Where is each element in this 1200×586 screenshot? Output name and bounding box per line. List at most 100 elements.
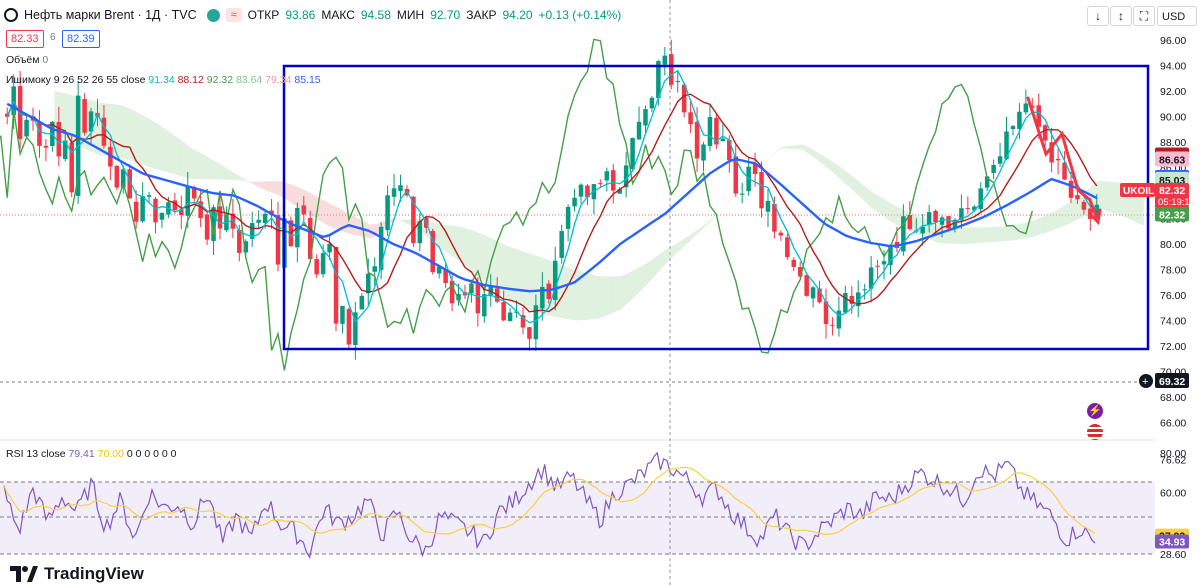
candle-body (482, 294, 487, 317)
candle-body (926, 212, 932, 225)
cloud-segment (318, 197, 326, 224)
close-value: 94.20 (502, 8, 533, 22)
low-value: 92.70 (430, 8, 461, 22)
ichimoku-label: Ишимоку 9 26 52 26 55 close (6, 74, 146, 86)
cloud-segment (163, 128, 171, 174)
cloud-segment (673, 241, 680, 257)
candle-body (759, 172, 764, 209)
change-value: +0.13 (+0.14%) (538, 8, 622, 22)
currency-select[interactable]: USD (1157, 6, 1197, 26)
cloud-segment (969, 227, 977, 244)
cloud-segment (660, 248, 667, 270)
cloud-segment (505, 245, 513, 302)
candle-body (720, 138, 726, 142)
ask-price-button[interactable]: 82.39 (62, 30, 100, 48)
us-flag-event-icon[interactable] (1087, 424, 1103, 440)
candle-body (991, 164, 996, 173)
candle-body (836, 310, 842, 329)
cloud-segment (234, 172, 242, 181)
cloud-segment (634, 266, 641, 298)
cloud-segment (1040, 214, 1048, 235)
candle-body (978, 188, 983, 210)
cloud-segment (286, 182, 293, 204)
candle-body (301, 205, 307, 215)
price-tick-label: 94.00 (1160, 61, 1186, 73)
candle-body (507, 312, 513, 322)
bid-price-button[interactable]: 82.33 (6, 30, 44, 48)
cloud-segment (821, 154, 828, 169)
cloud-segment (524, 251, 532, 311)
cloud-segment (1072, 195, 1080, 222)
cloud-segment (176, 137, 184, 177)
candle-body (675, 81, 680, 83)
cloud-segment (860, 182, 867, 204)
cloud-segment (395, 217, 403, 222)
candle-body (43, 145, 49, 148)
candle-body (501, 302, 506, 321)
candle-body (37, 121, 42, 146)
price-tag: 86.63 (1159, 154, 1185, 166)
cloud-segment (621, 273, 629, 309)
price-tick-label: 66.00 (1160, 418, 1186, 430)
cloud-segment (228, 169, 235, 181)
ichimoku-legend[interactable]: Ишимоку 9 26 52 26 55 close 91.34 88.12 … (6, 74, 321, 86)
candle-body (636, 121, 642, 140)
candle-body (559, 231, 564, 258)
candle-body (688, 112, 693, 125)
cloud-segment (892, 204, 899, 226)
rsi-label: RSI 13 close (6, 448, 66, 460)
brand-name: TradingView (44, 564, 144, 583)
candle-body (669, 54, 674, 85)
cloud-segment (589, 273, 596, 320)
cloud-segment (885, 200, 893, 223)
cloud-segment (1002, 225, 1009, 242)
cloud-segment (1066, 200, 1073, 225)
fullscreen-button[interactable]: ⛶ (1133, 6, 1155, 26)
symbol-title[interactable]: Нефть марки Brent · 1Д · TVC (24, 8, 197, 22)
candle-body (320, 253, 326, 275)
cloud-segment (963, 227, 970, 245)
cloud-segment (209, 157, 216, 180)
tradingview-logo-icon (10, 566, 38, 582)
ichimoku-value-5: 79.34 (265, 74, 292, 86)
candle-body (82, 99, 87, 133)
cloud-segment (131, 109, 139, 164)
cloud-segment (737, 182, 745, 192)
candle-body (707, 117, 713, 147)
ichimoku-value-1: 91.34 (148, 74, 175, 86)
candle-body (146, 195, 152, 197)
candle-body (475, 284, 481, 314)
candle-body (133, 201, 139, 222)
compare-button[interactable]: ↕ (1110, 6, 1132, 26)
candle-body (778, 232, 784, 236)
rsi-pane (0, 451, 1155, 560)
lightning-event-icon[interactable]: ⚡ (1087, 403, 1103, 419)
candle-body (262, 213, 268, 223)
download-button[interactable]: ↓ (1087, 6, 1109, 26)
wave-icon[interactable]: ≈ (225, 8, 242, 22)
crosshair-price: 69.32 (1159, 376, 1185, 388)
cloud-segment (466, 228, 474, 272)
price-tick-label: 68.00 (1160, 392, 1186, 404)
candle-body (649, 97, 655, 109)
candle-body (398, 185, 403, 192)
cloud-segment (292, 185, 300, 208)
cloud-segment (608, 276, 616, 315)
cloud-segment (267, 181, 274, 194)
candle-body (140, 196, 145, 222)
rsi-ma-value: 70.00 (97, 448, 124, 460)
volume-legend[interactable]: Объём 0 (6, 54, 48, 66)
candle-body (256, 219, 261, 223)
cloud-segment (866, 187, 874, 210)
cloud-segment (183, 141, 190, 179)
cloud-segment (686, 233, 693, 245)
candle-body (314, 259, 319, 275)
rsi-legend[interactable]: RSI 13 close 79.41 70.00 0 0 0 0 0 0 (6, 448, 176, 460)
cloud-segment (531, 254, 538, 313)
price-axis: 96.0094.0092.0090.0088.0086.0084.0082.00… (1160, 35, 1186, 430)
rsi-tick-label: 60.00 (1160, 487, 1186, 499)
rsi-tag: 34.93 (1159, 537, 1185, 549)
chart-header: Нефть марки Brent · 1Д · TVC ≈ ОТКР 93.86… (4, 4, 621, 26)
tradingview-logo[interactable]: TradingView (10, 564, 144, 584)
cloud-segment (144, 116, 151, 168)
